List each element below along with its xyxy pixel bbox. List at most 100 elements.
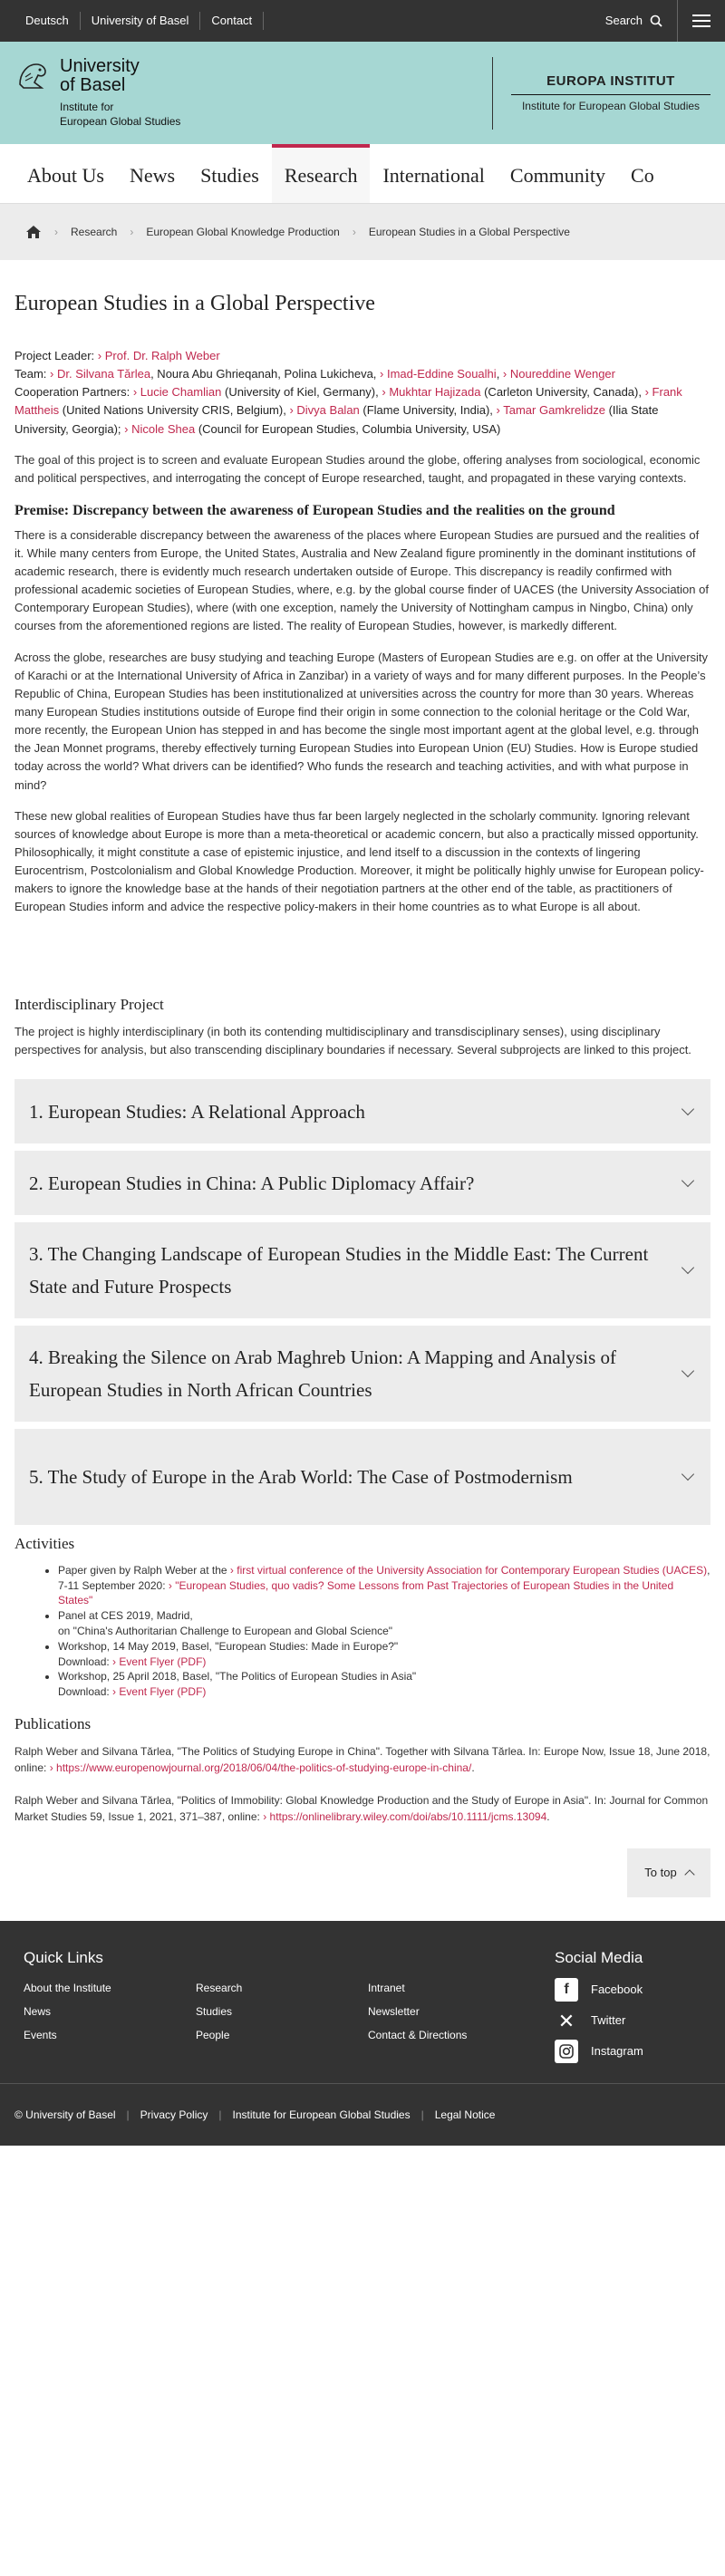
footer-link-contact[interactable]: Contact & Directions — [368, 2027, 540, 2043]
search-button[interactable]: Search — [591, 12, 677, 30]
to-top-label: To top — [644, 1865, 677, 1879]
footer-grid: Quick Links About the Institute Research… — [24, 1946, 710, 2071]
subproject-accordion-item[interactable]: 1. European Studies: A Relational Approa… — [14, 1079, 710, 1144]
instagram-icon — [555, 2040, 578, 2064]
social-media: Social Media f Facebook ✕ Twitter Instag… — [555, 1946, 643, 2071]
partner-org: (United Nations University CRIS, Belgium… — [59, 403, 290, 418]
nav-news[interactable]: News — [117, 144, 188, 203]
nav-contact-truncated[interactable]: Co — [618, 144, 667, 203]
header-divider — [492, 56, 493, 130]
project-leader-label: Project Leader: — [14, 349, 95, 362]
premise-paragraph-3: These new global realities of European S… — [14, 808, 704, 914]
subproject-accordion-item[interactable]: 4. Breaking the Silence on Arab Maghreb … — [14, 1326, 710, 1423]
nav-about-us[interactable]: About Us — [14, 144, 117, 203]
premise-heading: Premise: Discrepancy between the awarene… — [14, 502, 615, 518]
separator: | — [126, 2108, 130, 2121]
footer-link-intranet[interactable]: Intranet — [368, 1980, 540, 1996]
publication-entry: Ralph Weber and Silvana Tărlea, "Politic… — [14, 1792, 710, 1825]
interdisciplinary-paragraph: The project is highly interdisciplinary … — [14, 1025, 691, 1057]
nav-community[interactable]: Community — [498, 144, 618, 203]
logo-rule — [511, 94, 710, 96]
publications-heading: Publications — [14, 1715, 92, 1733]
footer-link-news[interactable]: News — [24, 2003, 196, 2020]
subproject-accordion-item[interactable]: 3. The Changing Landscape of European St… — [14, 1222, 710, 1319]
chevron-down-icon — [681, 1468, 695, 1481]
page-title: European Studies in a Global Perspective — [14, 292, 375, 315]
privacy-policy-link[interactable]: Privacy Policy — [140, 2107, 208, 2123]
main-navigation: About Us News Studies Research Internati… — [0, 144, 725, 204]
download-label: Download: — [58, 1685, 113, 1699]
publication-entry: Ralph Weber and Silvana Tărlea, "The Pol… — [14, 1743, 710, 1776]
contact-link[interactable]: Contact — [200, 12, 265, 30]
university-logo[interactable]: University of Basel Institute for Europe… — [14, 56, 180, 129]
europa-institut-logo[interactable]: EUROPA INSTITUT Institute for European G… — [511, 72, 710, 115]
facebook-icon: f — [555, 1978, 578, 2002]
team-member-link[interactable]: Dr. Silvana Tărlea — [50, 367, 150, 381]
footer-link-studies[interactable]: Studies — [196, 2003, 368, 2020]
nav-studies[interactable]: Studies — [188, 144, 272, 203]
partner-org: (Carleton University, Canada), — [480, 385, 645, 400]
project-meta: Project Leader: Prof. Dr. Ralph Weber Te… — [14, 347, 710, 439]
footer-link-research[interactable]: Research — [196, 1980, 368, 1996]
activities-heading: Activities — [14, 1535, 75, 1553]
breadcrumb-knowledge-production[interactable]: European Global Knowledge Production — [146, 224, 339, 240]
institute-name-line1: Institute for — [60, 100, 114, 113]
breadcrumb-research[interactable]: Research — [71, 224, 117, 240]
nav-international[interactable]: International — [370, 144, 497, 203]
social-instagram[interactable]: Instagram — [555, 2040, 643, 2064]
social-twitter[interactable]: ✕ Twitter — [555, 2009, 643, 2032]
main-content: European Studies in a Global Perspective… — [0, 287, 725, 1897]
team-member-link[interactable]: Imad-Eddine Soualhi — [380, 367, 497, 381]
partner-link[interactable]: Nicole Shea — [124, 422, 195, 436]
home-icon[interactable] — [25, 225, 42, 239]
language-link[interactable]: Deutsch — [14, 12, 81, 30]
chevron-down-icon — [681, 1173, 695, 1187]
subproject-accordion-item[interactable]: 5. The Study of Europe in the Arab World… — [14, 1429, 710, 1526]
social-label: Twitter — [591, 2013, 626, 2028]
legal-notice-link[interactable]: Legal Notice — [435, 2107, 496, 2123]
breadcrumb: › Research › European Global Knowledge P… — [0, 204, 725, 260]
activity-item: Workshop, 25 April 2018, Basel, "The Pol… — [58, 1669, 710, 1700]
team-label: Team: — [14, 367, 47, 381]
footer-link-about[interactable]: About the Institute — [24, 1980, 196, 1996]
team-member-link[interactable]: Noureddine Wenger — [503, 367, 615, 381]
to-top-wrapper: To top — [14, 1848, 710, 1897]
goal-paragraph: The goal of this project is to screen an… — [14, 452, 701, 485]
subproject-title: 1. European Studies: A Relational Approa… — [29, 1100, 365, 1123]
to-top-button[interactable]: To top — [627, 1848, 710, 1897]
university-link[interactable]: University of Basel — [81, 12, 201, 30]
nav-research[interactable]: Research — [271, 144, 371, 203]
institute-name: Institute for European Global Studies — [60, 101, 180, 129]
publication-link[interactable]: https://onlinelibrary.wiley.com/doi/abs/… — [263, 1810, 546, 1823]
social-facebook[interactable]: f Facebook — [555, 1978, 643, 2002]
subproject-title: 3. The Changing Landscape of European St… — [29, 1243, 649, 1298]
institute-name-line2: European Global Studies — [60, 114, 181, 128]
partner-org: (University of Kiel, Germany), — [221, 385, 382, 400]
footer-link-people[interactable]: People — [196, 2027, 368, 2043]
event-flyer-link[interactable]: Event Flyer (PDF) — [112, 1685, 206, 1698]
basilisk-logo-icon — [19, 63, 46, 89]
premise-paragraph-2: Across the globe, researches are busy st… — [14, 650, 709, 792]
site-header: University of Basel Institute for Europe… — [0, 42, 725, 144]
chevron-down-icon — [681, 1102, 695, 1115]
interdisciplinary-heading: Interdisciplinary Project — [14, 995, 164, 1013]
quick-links-title: Quick Links — [24, 1948, 103, 1966]
partner-link[interactable]: Mukhtar Hajizada — [382, 385, 480, 399]
publication-link[interactable]: https://www.europenowjournal.org/2018/06… — [50, 1761, 472, 1774]
event-flyer-link[interactable]: Event Flyer (PDF) — [112, 1655, 206, 1668]
menu-icon[interactable] — [677, 0, 710, 42]
project-leader-link[interactable]: Prof. Dr. Ralph Weber — [98, 349, 220, 362]
footer-link-events[interactable]: Events — [24, 2027, 196, 2043]
team-members-text: , Noura Abu Ghrieqanah, Polina Lukicheva… — [150, 367, 381, 381]
conference-link[interactable]: first virtual conference of the Universi… — [230, 1564, 707, 1577]
partner-link[interactable]: Lucie Chamlian — [133, 385, 222, 399]
publication-end: . — [546, 1809, 550, 1823]
subproject-accordion-item[interactable]: 2. European Studies in China: A Public D… — [14, 1151, 710, 1216]
activity-text: Paper given by Ralph Weber at the — [58, 1563, 230, 1577]
partner-link[interactable]: Tamar Gamkrelidze — [497, 403, 605, 417]
download-label: Download: — [58, 1655, 113, 1668]
quick-links: Quick Links About the Institute Research… — [24, 1946, 540, 2071]
footer-link-newsletter[interactable]: Newsletter — [368, 2003, 540, 2020]
institute-link[interactable]: Institute for European Global Studies — [232, 2107, 410, 2123]
partner-link[interactable]: Divya Balan — [289, 403, 359, 417]
